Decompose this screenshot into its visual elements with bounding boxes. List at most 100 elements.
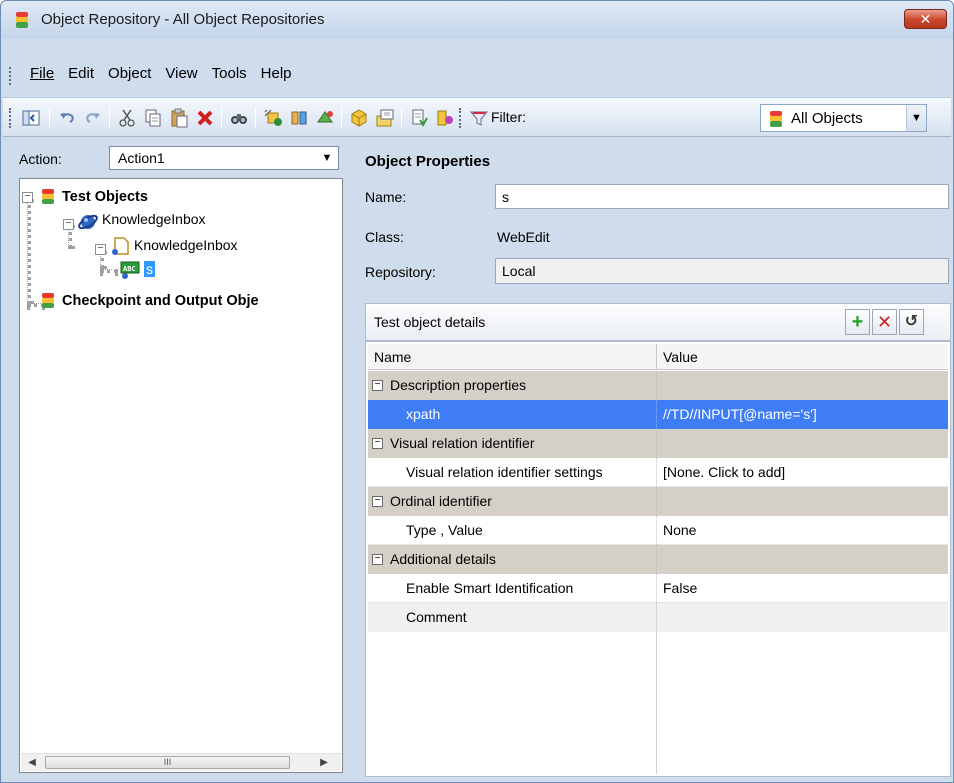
property-name: Visual relation identifier settings <box>406 464 603 480</box>
chevron-down-icon[interactable]: ▼ <box>906 105 926 131</box>
output-value-icon[interactable] <box>435 108 455 128</box>
checkpoint-icon[interactable] <box>409 108 429 128</box>
details-grid[interactable]: Name Value − Description properties xpat… <box>365 341 951 777</box>
property-value[interactable]: [None. Click to add] <box>663 464 785 480</box>
cut-icon[interactable] <box>117 108 137 128</box>
browser-icon <box>78 211 98 234</box>
collapse-icon[interactable]: − <box>372 380 383 391</box>
collapse-test-objects[interactable]: − <box>22 192 33 203</box>
scroll-thumb[interactable]: III <box>45 756 290 769</box>
undo-icon[interactable] <box>57 108 77 128</box>
find-icon[interactable] <box>229 108 249 128</box>
action-value: Action1 <box>118 150 165 166</box>
column-value[interactable]: Value <box>663 349 698 365</box>
all-objects-icon <box>769 110 783 131</box>
filter-value: All Objects <box>791 110 863 127</box>
property-name: Type , Value <box>406 522 483 538</box>
category-row[interactable]: − Description properties <box>368 371 948 400</box>
tree-node-browser[interactable]: KnowledgeInbox <box>102 211 206 227</box>
action-dropdown[interactable]: Action1 ▼ <box>109 146 339 170</box>
collapse-icon[interactable]: − <box>372 438 383 449</box>
property-name: xpath <box>406 406 441 422</box>
name-label: Name: <box>365 189 407 205</box>
horizontal-scrollbar[interactable]: ◀ III ▶ <box>21 753 341 771</box>
property-row[interactable]: Visual relation identifier settings [Non… <box>368 458 948 487</box>
locate-icon[interactable] <box>315 108 335 128</box>
property-row[interactable]: Type , Value None <box>368 516 948 545</box>
highlight-icon[interactable] <box>289 108 309 128</box>
property-value[interactable]: None <box>663 522 696 538</box>
test-object-details-title: Test object details <box>374 314 486 330</box>
category-row[interactable]: − Additional details <box>368 545 948 574</box>
class-value: WebEdit <box>497 229 550 245</box>
property-row-selected[interactable]: xpath //TD//INPUT[@name='s'] <box>368 400 948 429</box>
checkpoint-repository-icon <box>42 292 54 312</box>
repository-label: Repository: <box>365 264 436 280</box>
menu-file[interactable]: File <box>23 65 61 82</box>
property-name: Comment <box>406 609 467 625</box>
filter-label: Filter: <box>491 109 526 125</box>
object-spy-icon[interactable] <box>349 108 369 128</box>
collapse-browser[interactable]: − <box>63 219 74 230</box>
toolbar: Filter: All Objects ▼ <box>3 97 951 137</box>
page-icon <box>110 236 130 259</box>
refresh-icon: ↺ <box>904 313 919 330</box>
property-value[interactable]: False <box>663 580 697 596</box>
refresh-button[interactable]: ↺ <box>899 309 924 335</box>
menu-object[interactable]: Object <box>101 65 158 82</box>
category-label: Additional details <box>390 551 496 567</box>
menu-edit[interactable]: Edit <box>61 65 101 82</box>
window-title: Object Repository - All Object Repositor… <box>41 11 325 28</box>
menu-grip <box>9 67 12 85</box>
tree-node-page[interactable]: KnowledgeInbox <box>134 237 238 253</box>
menu-bar: File Edit Object View Tools Help <box>3 39 951 88</box>
add-property-button[interactable]: + <box>845 309 870 335</box>
webedit-icon: ABC <box>120 261 140 282</box>
delete-icon[interactable] <box>195 108 215 128</box>
svg-text:ABC: ABC <box>123 265 136 273</box>
property-row[interactable]: Enable Smart Identification False <box>368 574 948 603</box>
chevron-down-icon[interactable]: ▼ <box>318 149 336 167</box>
collapse-icon[interactable]: − <box>372 554 383 565</box>
category-row[interactable]: − Visual relation identifier <box>368 429 948 458</box>
paste-icon[interactable] <box>169 108 189 128</box>
toolbar-grip <box>9 108 12 128</box>
collapse-icon[interactable]: − <box>372 496 383 507</box>
redo-icon[interactable] <box>83 108 103 128</box>
repository-app-icon <box>15 11 29 32</box>
menu-tools[interactable]: Tools <box>205 65 254 82</box>
filter-icon <box>469 108 489 128</box>
object-tree[interactable]: − Test Objects − KnowledgeInbox − Knowle… <box>19 178 343 773</box>
menu-view[interactable]: View <box>158 65 204 82</box>
property-row[interactable]: Comment <box>368 603 948 632</box>
tree-node-test-objects[interactable]: Test Objects <box>62 189 148 205</box>
collapse-page[interactable]: − <box>95 244 106 255</box>
x-icon: ✕ <box>876 312 893 332</box>
plus-icon: + <box>851 311 864 333</box>
add-objects-icon[interactable] <box>263 108 283 128</box>
name-field[interactable]: s <box>495 184 949 209</box>
property-name: Enable Smart Identification <box>406 580 574 596</box>
repository-field: Local <box>495 258 949 284</box>
export-icon[interactable] <box>375 108 395 128</box>
repository-icon <box>42 188 54 208</box>
category-label: Visual relation identifier <box>390 435 535 451</box>
scroll-right-icon[interactable]: ▶ <box>315 754 333 771</box>
title-bar: Object Repository - All Object Repositor… <box>1 1 953 39</box>
close-button[interactable]: ✕ <box>904 9 947 29</box>
tree-node-edit-s[interactable]: s <box>144 261 155 277</box>
menu-help[interactable]: Help <box>254 65 299 82</box>
column-name[interactable]: Name <box>374 349 411 365</box>
copy-icon[interactable] <box>143 108 163 128</box>
grid-header: Name Value <box>368 344 948 370</box>
category-label: Ordinal identifier <box>390 493 492 509</box>
object-properties-title: Object Properties <box>365 153 491 170</box>
scroll-left-icon[interactable]: ◀ <box>23 754 41 771</box>
object-repository-window: Object Repository - All Object Repositor… <box>0 0 954 783</box>
remove-property-button[interactable]: ✕ <box>872 309 897 335</box>
property-value[interactable]: //TD//INPUT[@name='s'] <box>663 406 817 422</box>
panel-toggle-icon[interactable] <box>21 108 41 128</box>
category-row[interactable]: − Ordinal identifier <box>368 487 948 516</box>
tree-node-checkpoint-output[interactable]: Checkpoint and Output Obje <box>62 293 259 309</box>
filter-dropdown[interactable]: All Objects ▼ <box>760 104 927 132</box>
